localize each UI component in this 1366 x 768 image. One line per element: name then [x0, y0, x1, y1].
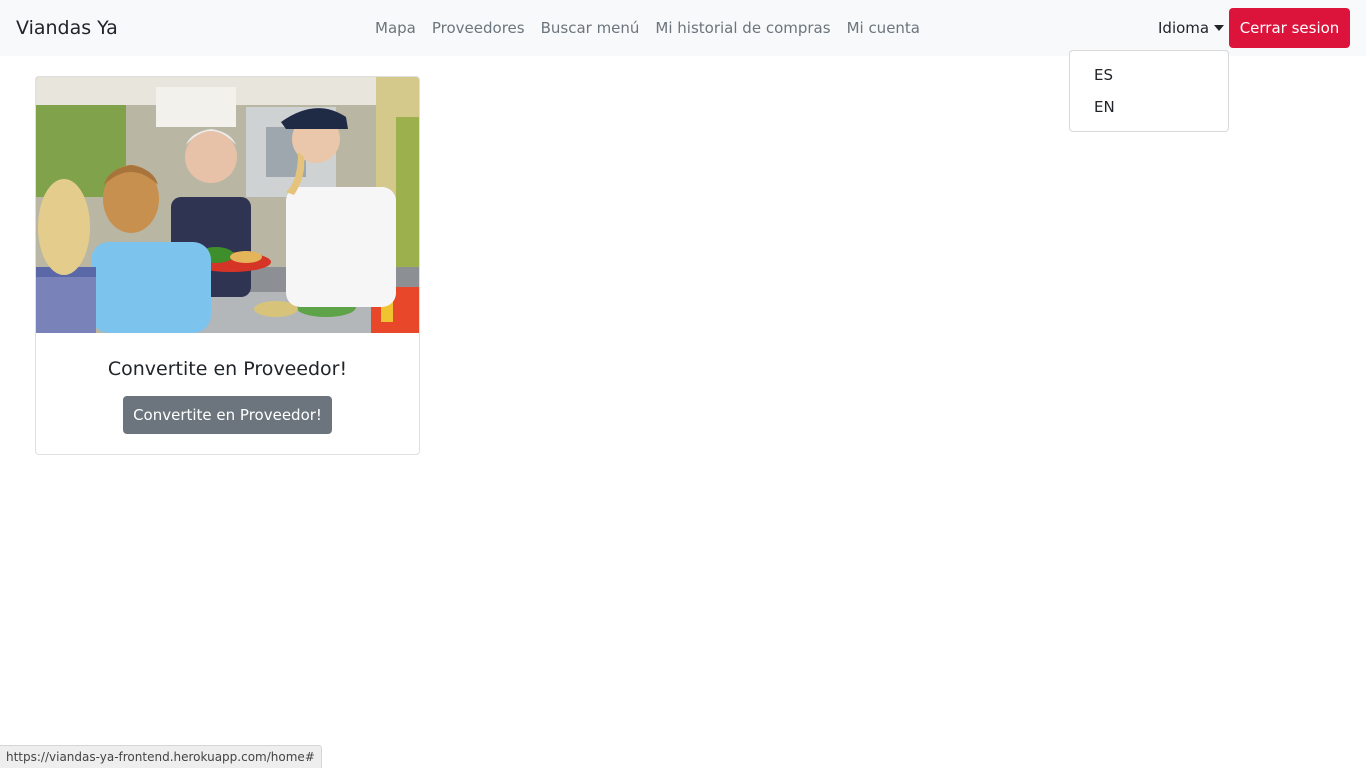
nav-links: Mapa Proveedores Buscar menú Mi historia… [367, 16, 928, 40]
provider-card: Convertite en Proveedor! Convertite en P… [35, 76, 420, 455]
language-option-en[interactable]: EN [1070, 91, 1228, 123]
nav-link-proveedores[interactable]: Proveedores [424, 16, 533, 40]
language-option-es[interactable]: ES [1070, 59, 1228, 91]
nav-link-historial-compras[interactable]: Mi historial de compras [647, 16, 838, 40]
language-toggle-label: Idioma [1158, 19, 1210, 37]
brand-link[interactable]: Viandas Ya [16, 14, 118, 42]
logout-button[interactable]: Cerrar sesion [1229, 8, 1350, 48]
navbar: Viandas Ya Mapa Proveedores Buscar menú … [0, 0, 1366, 56]
become-provider-button[interactable]: Convertite en Proveedor! [123, 396, 332, 434]
caret-down-icon [1214, 25, 1225, 31]
nav-link-mi-cuenta[interactable]: Mi cuenta [839, 16, 928, 40]
language-dropdown-menu: ES EN [1069, 50, 1229, 132]
nav-link-mapa[interactable]: Mapa [367, 16, 424, 40]
status-bar-url: https://viandas-ya-frontend.herokuapp.co… [0, 745, 322, 768]
nav-link-buscar-menu[interactable]: Buscar menú [533, 16, 648, 40]
cafeteria-photo [36, 77, 419, 333]
card-title: Convertite en Proveedor! [107, 358, 348, 380]
language-dropdown-toggle[interactable]: Idioma [1158, 16, 1225, 40]
